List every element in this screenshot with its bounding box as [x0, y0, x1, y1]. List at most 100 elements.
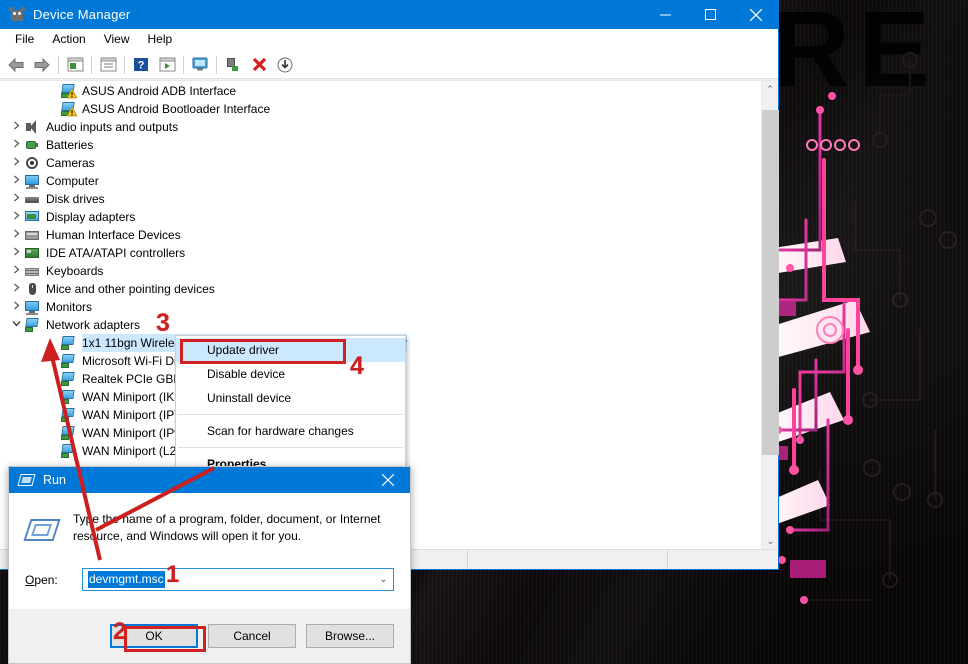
- chevron-right-icon[interactable]: [8, 193, 24, 205]
- scrollbar-thumb[interactable]: [762, 110, 779, 455]
- device-tree-label: Network adapters: [46, 318, 141, 332]
- device-tree-label: ASUS Android Bootloader Interface: [82, 102, 271, 116]
- device-tree-label: ASUS Android ADB Interface: [82, 84, 237, 98]
- status-pane-3: [668, 550, 778, 569]
- update-driver-icon[interactable]: [154, 53, 180, 77]
- toolbar-separator: [91, 55, 92, 74]
- speaker-icon: [24, 119, 40, 135]
- context-menu-item[interactable]: Scan for hardware changes: [176, 419, 405, 443]
- device-tree-row[interactable]: Mice and other pointing devices: [0, 280, 761, 298]
- run-open-label: Open:: [25, 572, 58, 587]
- device-tree-row[interactable]: ASUS Android Bootloader Interface: [0, 100, 761, 118]
- network-adapter-icon: [60, 389, 76, 405]
- scroll-up-arrow[interactable]: ⌃: [762, 81, 778, 98]
- cancel-button[interactable]: Cancel: [208, 624, 296, 648]
- close-icon: [749, 8, 762, 21]
- properties-icon[interactable]: [95, 53, 121, 77]
- device-context-menu[interactable]: Update driver Disable device Uninstall dev…: [175, 335, 406, 479]
- network-adapter-icon: [24, 317, 40, 333]
- chevron-right-icon[interactable]: [8, 157, 24, 169]
- run-prompt-text: Type the name of a program, folder, docu…: [73, 512, 381, 543]
- menu-help[interactable]: Help: [139, 30, 182, 49]
- context-menu-separator: [178, 414, 403, 415]
- toolbar-separator: [58, 55, 59, 74]
- browse-button[interactable]: Browse...: [306, 624, 394, 648]
- network-adapter-icon: [60, 353, 76, 369]
- disk-drive-icon: [24, 191, 40, 207]
- device-manager-titlebar: Device Manager: [0, 0, 778, 29]
- scan-hardware-changes-icon[interactable]: [187, 53, 213, 77]
- menu-view[interactable]: View: [95, 30, 139, 49]
- chevron-down-icon[interactable]: ⌄: [374, 569, 393, 590]
- device-tree-row[interactable]: Cameras: [0, 154, 761, 172]
- forward-icon[interactable]: [29, 53, 55, 77]
- device-tree-row[interactable]: Computer: [0, 172, 761, 190]
- toolbar-separator: [124, 55, 125, 74]
- context-menu-separator: [178, 447, 403, 448]
- device-tree-label: Batteries: [46, 138, 94, 152]
- device-tree-label: IDE ATA/ATAPI controllers: [46, 246, 186, 260]
- chevron-right-icon[interactable]: [8, 265, 24, 277]
- back-icon[interactable]: [3, 53, 29, 77]
- toolbar-separator: [216, 55, 217, 74]
- chevron-right-icon[interactable]: [8, 229, 24, 241]
- device-tree-row[interactable]: Audio inputs and outputs: [0, 118, 761, 136]
- device-tree-row[interactable]: Disk drives: [0, 190, 761, 208]
- run-close-button[interactable]: [366, 467, 410, 493]
- device-tree-label: Human Interface Devices: [46, 228, 181, 242]
- device-manager-icon: [9, 6, 25, 23]
- download-icon[interactable]: [272, 53, 298, 77]
- disable-device-icon[interactable]: [220, 53, 246, 77]
- device-tree-row[interactable]: Display adapters: [0, 208, 761, 226]
- chevron-down-icon[interactable]: [8, 319, 24, 331]
- device-manager-title: Device Manager: [33, 7, 131, 22]
- chevron-right-icon[interactable]: [8, 121, 24, 133]
- run-dialog-footer: OK Cancel Browse...: [9, 609, 410, 663]
- network-adapter-icon: [60, 335, 76, 351]
- device-tree-row[interactable]: Network adapters: [0, 316, 761, 334]
- display-adapter-icon: [24, 209, 40, 225]
- svg-text:?: ?: [138, 60, 145, 72]
- close-button[interactable]: [733, 0, 778, 29]
- device-tree-row[interactable]: Monitors: [0, 298, 761, 316]
- device-tree-label: Audio inputs and outputs: [46, 120, 179, 134]
- context-menu-item[interactable]: Uninstall device: [176, 386, 405, 410]
- device-tree-label: Keyboards: [46, 264, 104, 278]
- menu-bar: File Action View Help: [0, 29, 778, 51]
- chevron-right-icon[interactable]: [8, 301, 24, 313]
- network-adapter-icon: [60, 371, 76, 387]
- minimize-button[interactable]: [643, 0, 688, 29]
- chevron-right-icon[interactable]: [8, 139, 24, 151]
- network-adapter-warning-icon: [60, 83, 77, 99]
- maximize-button[interactable]: [688, 0, 733, 29]
- network-adapter-icon: [60, 425, 76, 441]
- battery-icon: [24, 137, 40, 153]
- run-command-value: devmgmt.msc: [88, 571, 165, 588]
- context-menu-item[interactable]: Disable device: [176, 362, 405, 386]
- device-tree-row[interactable]: Keyboards: [0, 262, 761, 280]
- ide-controller-icon: [24, 245, 40, 261]
- network-adapter-icon: [60, 443, 76, 459]
- menu-file[interactable]: File: [6, 30, 43, 49]
- run-prompt-icon: [23, 513, 61, 547]
- context-menu-item[interactable]: Update driver: [176, 338, 405, 362]
- chevron-right-icon[interactable]: [8, 175, 24, 187]
- chevron-right-icon[interactable]: [8, 211, 24, 223]
- device-tree-row[interactable]: Human Interface Devices: [0, 226, 761, 244]
- tree-vertical-scrollbar[interactable]: ⌃ ⌄: [761, 81, 779, 550]
- ok-button[interactable]: OK: [110, 624, 198, 648]
- uninstall-device-icon[interactable]: [246, 53, 272, 77]
- run-command-input[interactable]: devmgmt.msc ⌄: [82, 568, 394, 591]
- help-icon[interactable]: ?: [128, 53, 154, 77]
- chevron-right-icon[interactable]: [8, 283, 24, 295]
- minimize-icon: [660, 14, 671, 16]
- camera-icon: [24, 155, 40, 171]
- device-tree-row[interactable]: ASUS Android ADB Interface: [0, 82, 761, 100]
- chevron-right-icon[interactable]: [8, 247, 24, 259]
- scroll-down-arrow[interactable]: ⌄: [762, 533, 779, 550]
- device-tree-row[interactable]: Batteries: [0, 136, 761, 154]
- show-hidden-devices-icon[interactable]: [62, 53, 88, 77]
- menu-action[interactable]: Action: [43, 30, 94, 49]
- run-dialog-titlebar: Run: [9, 467, 410, 493]
- device-tree-row[interactable]: IDE ATA/ATAPI controllers: [0, 244, 761, 262]
